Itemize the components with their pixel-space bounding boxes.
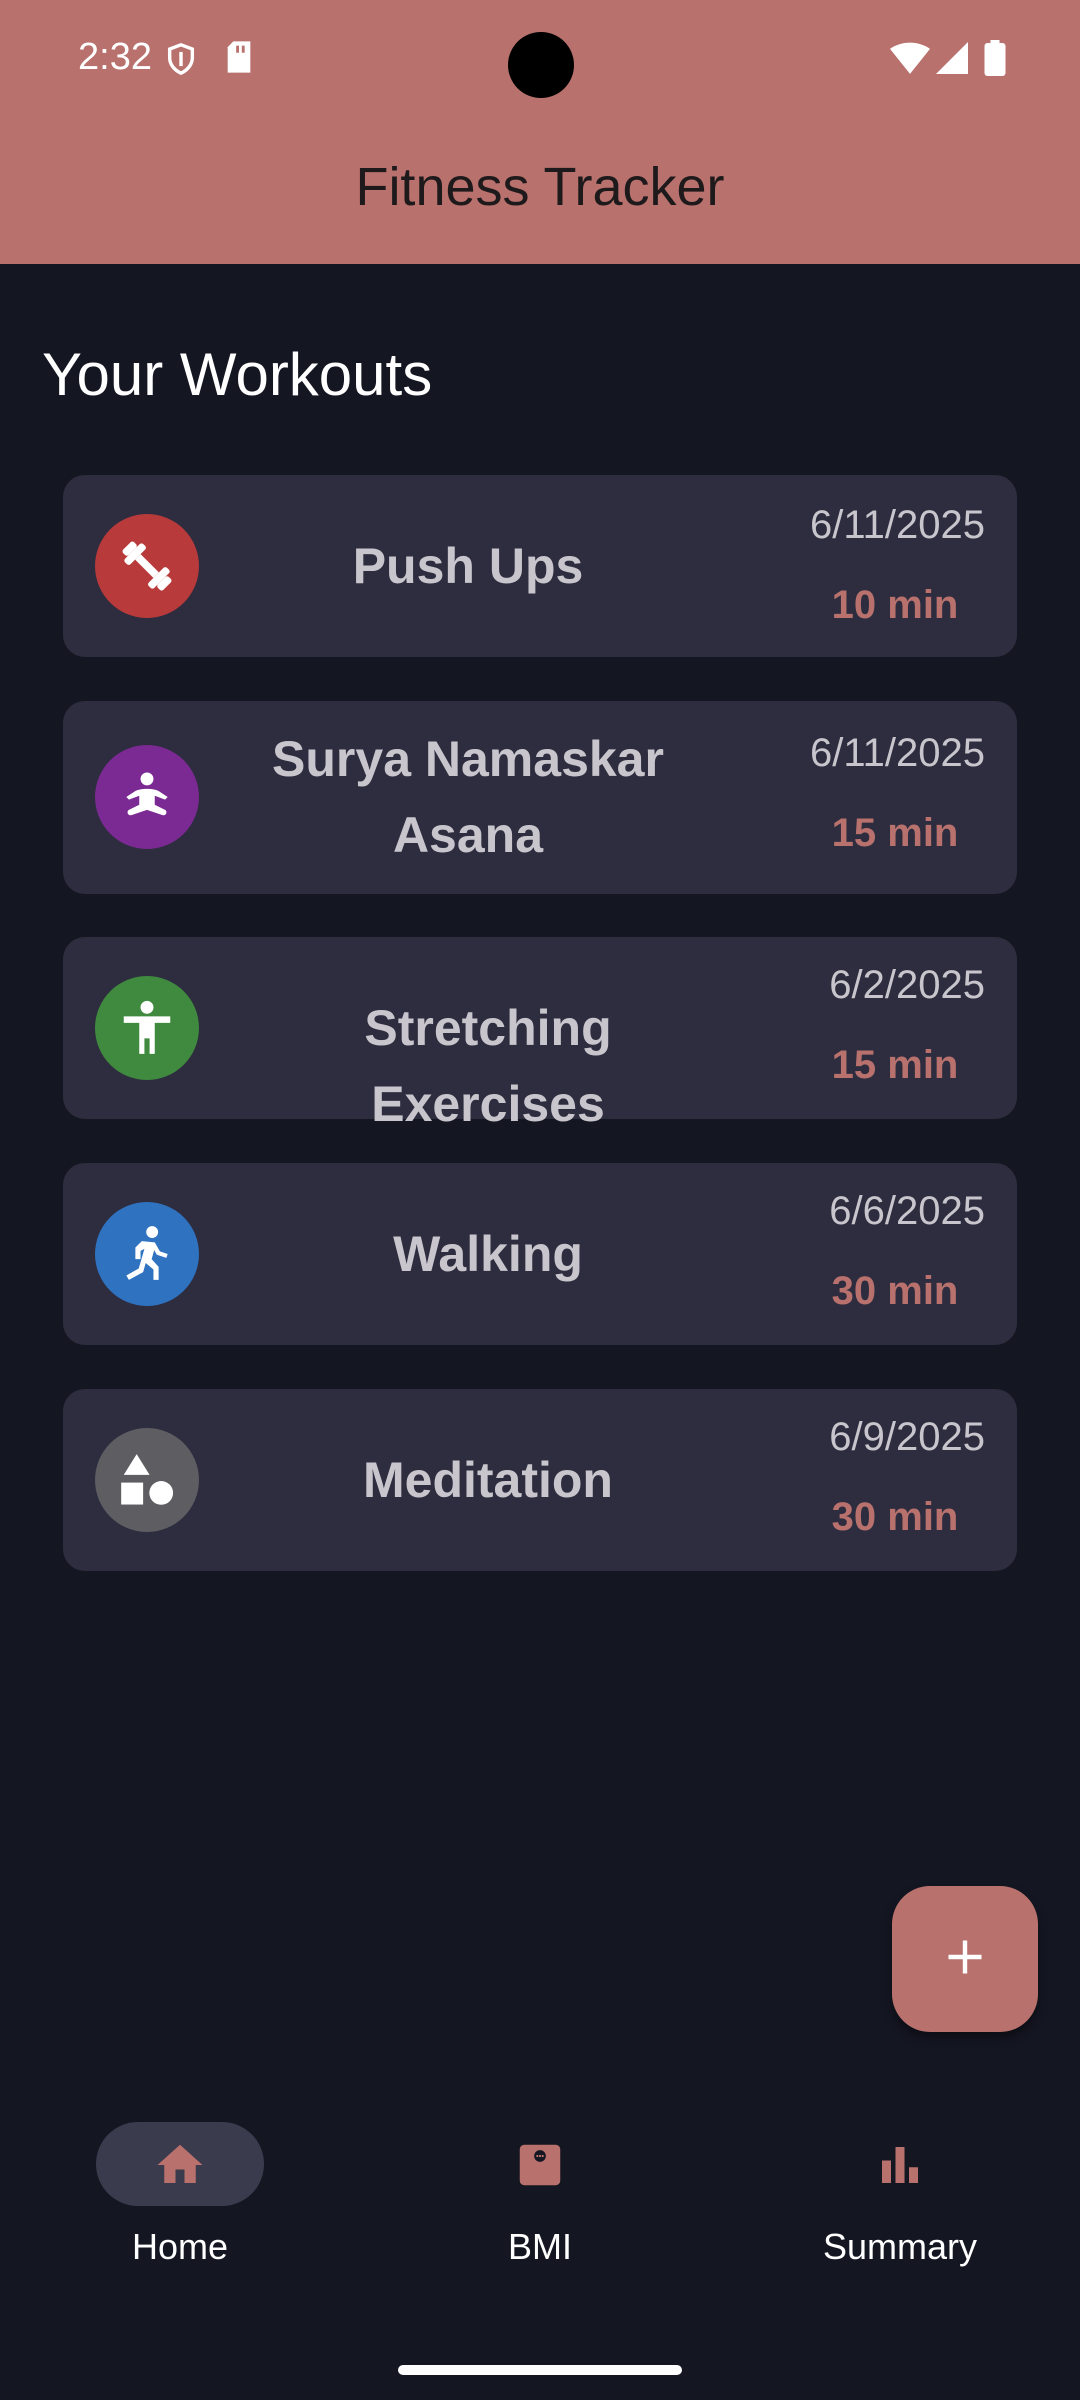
- nav-label-summary: Summary: [822, 2226, 978, 2267]
- workout-duration: 30 min: [831, 1495, 959, 1539]
- workout-card[interactable]: Stretching Exercises 6/2/2025 15 min: [63, 937, 1017, 1132]
- workout-name: Push Ups: [352, 538, 584, 594]
- bar-chart-icon: [882, 2147, 918, 2183]
- nav-item-summary[interactable]: Summary: [720, 2090, 1080, 2290]
- workout-name: Meditation: [363, 1452, 613, 1508]
- battery-icon: [984, 40, 1006, 81]
- plus-icon: [943, 1935, 987, 1984]
- yoga-icon: [95, 745, 199, 849]
- workout-card[interactable]: Walking 6/6/2025 30 min: [63, 1163, 1017, 1345]
- status-bar: 2:32: [0, 0, 1080, 120]
- workout-date: 6/11/2025: [810, 731, 985, 775]
- workout-duration: 30 min: [831, 1269, 959, 1313]
- add-workout-button[interactable]: [892, 1886, 1038, 2032]
- nav-item-home[interactable]: Home: [0, 2090, 360, 2290]
- nav-label-bmi: BMI: [507, 2226, 572, 2267]
- bottom-navigation: Home BMI Summary: [0, 2090, 1080, 2400]
- workout-date: 6/6/2025: [829, 1189, 985, 1233]
- app-title: Fitness Tracker: [355, 157, 725, 217]
- workout-duration: 15 min: [831, 811, 959, 855]
- home-icon: [157, 2144, 203, 2183]
- home-indicator[interactable]: [398, 2365, 682, 2375]
- stretch-icon: [95, 976, 199, 1080]
- section-title: Your Workouts: [42, 341, 433, 408]
- sd-card-icon: [224, 40, 254, 79]
- camera-cutout: [508, 32, 574, 98]
- shapes-icon: [95, 1428, 199, 1532]
- shield-icon: [164, 40, 198, 83]
- scale-icon: [519, 2144, 561, 2186]
- workout-date: 6/11/2025: [810, 503, 985, 547]
- workout-card[interactable]: Meditation 6/9/2025 30 min: [63, 1389, 1017, 1571]
- workout-name: Stretching Exercises: [364, 1000, 612, 1132]
- workout-name: Surya Namaskar Asana: [272, 731, 664, 863]
- workout-duration: 10 min: [831, 583, 959, 627]
- dumbbell-icon: [95, 514, 199, 618]
- workout-name: Walking: [393, 1226, 583, 1282]
- nav-label-home: Home: [131, 2226, 229, 2267]
- walking-icon: [95, 1202, 199, 1306]
- workout-card[interactable]: Push Ups 6/11/2025 10 min: [63, 475, 1017, 657]
- workout-date: 6/2/2025: [829, 963, 985, 1007]
- nav-item-bmi[interactable]: BMI: [360, 2090, 720, 2290]
- workout-card[interactable]: Surya Namaskar Asana 6/11/2025 15 min: [63, 701, 1017, 894]
- app-bar: Fitness Tracker: [0, 120, 1080, 264]
- cellular-icon: [936, 42, 968, 79]
- status-time: 2:32: [78, 36, 152, 78]
- wifi-icon: [890, 42, 930, 79]
- workout-duration: 15 min: [831, 1043, 959, 1087]
- workout-date: 6/9/2025: [829, 1415, 985, 1459]
